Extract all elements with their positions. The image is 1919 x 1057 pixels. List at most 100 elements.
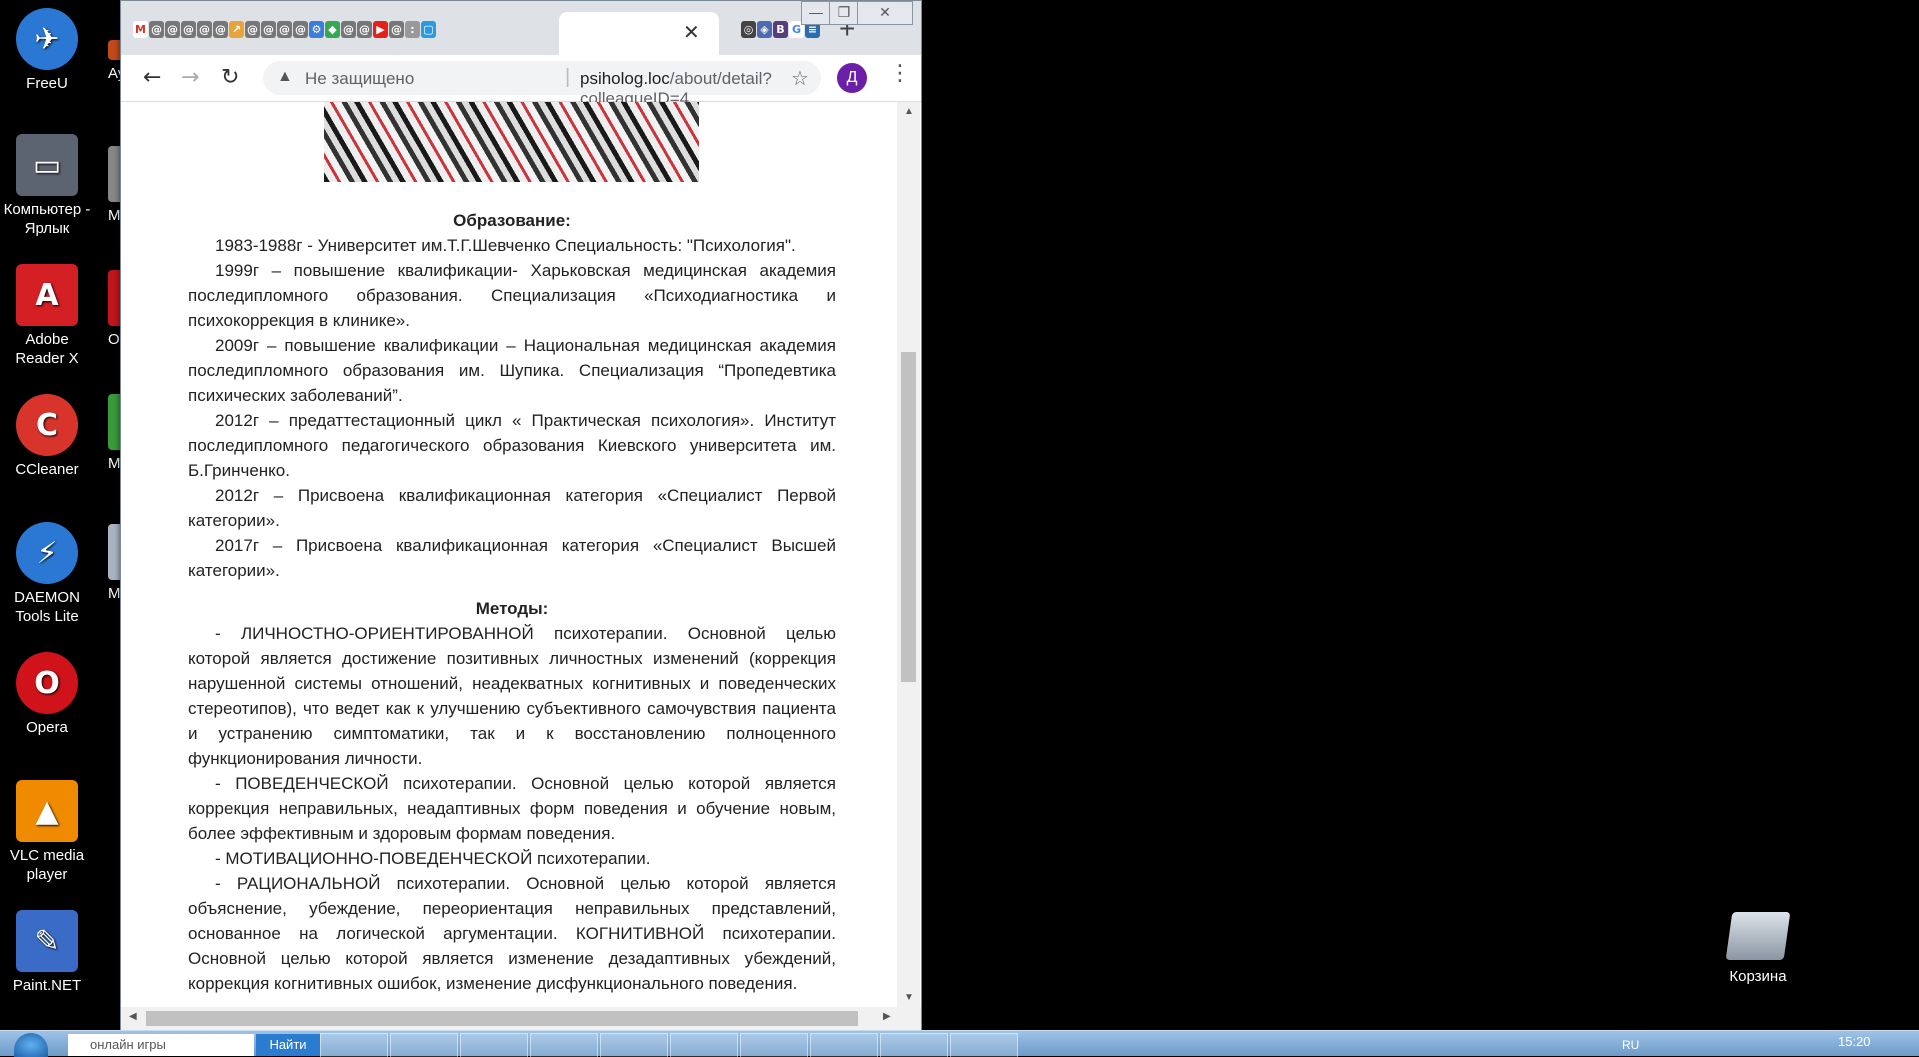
start-button[interactable] bbox=[14, 1033, 48, 1057]
gear-tab-icon[interactable]: ⚙ bbox=[309, 21, 324, 38]
desktop-icon-label: FreeU bbox=[26, 75, 68, 92]
horizontal-scroll-thumb[interactable] bbox=[146, 1011, 858, 1026]
desktop-icon-paintnet[interactable]: ✎ Paint.NET bbox=[0, 910, 102, 995]
method-item: - РАЦИОНАЛЬНОЙ психотерапии. Основной це… bbox=[188, 874, 836, 993]
tab-icon[interactable]: @ bbox=[341, 21, 356, 38]
scroll-down-arrow-icon[interactable]: ▼ bbox=[904, 992, 914, 1003]
partial-label: M bbox=[108, 585, 121, 602]
gmail-tab-icon[interactable]: M bbox=[133, 21, 148, 38]
opera-icon: O bbox=[16, 652, 78, 714]
vertical-scrollbar[interactable]: ▲ ▼ bbox=[897, 102, 920, 1007]
desktop-icon-vlc[interactable]: ▲ VLC media player bbox=[0, 780, 102, 884]
desktop-icon-opera[interactable]: O Opera bbox=[0, 652, 102, 737]
tab-icon[interactable]: @ bbox=[197, 21, 212, 38]
desktop-icon-daemon-tools[interactable]: ⚡ DAEMON Tools Lite bbox=[0, 522, 102, 626]
adobe-reader-icon: A bbox=[16, 264, 78, 326]
profile-avatar[interactable]: Д bbox=[837, 63, 867, 93]
tab-icon[interactable]: @ bbox=[149, 21, 164, 38]
youtube-tab-icon[interactable]: ▶ bbox=[373, 21, 388, 38]
taskbar-app[interactable] bbox=[950, 1033, 1018, 1057]
warning-icon[interactable]: ▲ bbox=[277, 68, 293, 86]
desktop-icon-ccleaner[interactable]: C CCleaner bbox=[0, 394, 102, 479]
shield-tab-icon[interactable]: ◈ bbox=[757, 21, 772, 38]
page-content: Образование: 1983-1988г - Университет им… bbox=[121, 102, 897, 1007]
ccleaner-icon: C bbox=[16, 394, 78, 456]
desktop-icon-label: Reader X bbox=[15, 350, 79, 367]
desktop-icon-label: Adobe bbox=[25, 331, 69, 348]
close-window-button[interactable]: ✕ bbox=[857, 1, 913, 25]
url-separator: | bbox=[565, 66, 571, 88]
methods-heading: Методы: bbox=[475, 599, 549, 618]
desktop-icon-recycle-bin[interactable]: Корзина bbox=[1700, 912, 1816, 985]
education-heading: Образование: bbox=[453, 211, 571, 230]
minimize-button[interactable]: — bbox=[801, 1, 831, 25]
education-item: 1983-1988г - Университет им.Т.Г.Шевченко… bbox=[215, 236, 796, 255]
url-host: psiholog.loc bbox=[580, 69, 670, 88]
desktop-icon-label: Opera bbox=[26, 719, 68, 736]
tab-icon[interactable]: @ bbox=[165, 21, 180, 38]
security-status[interactable]: Не защищено bbox=[305, 69, 414, 89]
taskbar-app[interactable] bbox=[390, 1033, 458, 1057]
desktop-icon-label: VLC media bbox=[9, 847, 85, 864]
forward-button[interactable]: → bbox=[181, 65, 199, 90]
taskbar-app[interactable] bbox=[670, 1033, 738, 1057]
desktop-icon-label: Компьютер - bbox=[3, 201, 91, 218]
horizontal-scrollbar[interactable]: ◀ ▶ bbox=[121, 1007, 921, 1030]
education-item: 1999г – повышение квалификации- Харьковс… bbox=[188, 261, 836, 330]
browser-menu-icon[interactable]: ⋮ bbox=[889, 61, 911, 86]
chart-tab-icon[interactable]: ↗ bbox=[229, 21, 244, 38]
tab-icon[interactable]: @ bbox=[389, 21, 404, 38]
scroll-left-arrow-icon[interactable]: ◀ bbox=[129, 1011, 137, 1022]
close-tab-icon[interactable]: ✕ bbox=[683, 20, 700, 45]
taskbar-phpstorm[interactable] bbox=[740, 1033, 808, 1057]
taskbar-word[interactable] bbox=[810, 1033, 878, 1057]
method-item: - МОТИВАЦИОННО-ПОВЕДЕНЧЕСКОЙ психотерапи… bbox=[215, 849, 651, 868]
address-bar[interactable]: ▲ Не защищено | psiholog.loc/about/detai… bbox=[263, 61, 821, 108]
education-item: 2017г – Присвоена квалификационная катег… bbox=[188, 536, 836, 580]
reload-button[interactable]: ↻ bbox=[221, 65, 239, 90]
desktop-icon-freeu[interactable]: ✈ FreeU bbox=[0, 8, 102, 93]
psychologist-photo bbox=[324, 102, 699, 182]
taskbar-chrome[interactable] bbox=[530, 1033, 598, 1057]
desktop-icon-adobe-reader[interactable]: A Adobe Reader X bbox=[0, 264, 102, 368]
scroll-up-arrow-icon[interactable]: ▲ bbox=[904, 106, 914, 117]
freeu-icon: ✈ bbox=[16, 8, 78, 70]
partial-label: M bbox=[108, 207, 121, 224]
tab-icon[interactable]: @ bbox=[357, 21, 372, 38]
taskbar-photoshop[interactable] bbox=[880, 1033, 948, 1057]
bookmark-star-icon[interactable]: ☆ bbox=[791, 66, 809, 91]
desktop-icon-label: CCleaner bbox=[15, 461, 79, 478]
tab-icon[interactable]: @ bbox=[261, 21, 276, 38]
paintnet-icon: ✎ bbox=[16, 910, 78, 972]
back-button[interactable]: ← bbox=[143, 65, 161, 90]
desktop-icon-label: DAEMON bbox=[14, 589, 80, 606]
maps-tab-icon[interactable]: ◆ bbox=[325, 21, 340, 38]
tab-icon[interactable]: @ bbox=[277, 21, 292, 38]
scroll-right-arrow-icon[interactable]: ▶ bbox=[883, 1011, 891, 1022]
taskbar-clock[interactable]: 15:20 bbox=[1838, 1034, 1871, 1049]
desktop-icon-computer[interactable]: ▭ Компьютер - Ярлык bbox=[0, 134, 102, 238]
tab-icon[interactable]: @ bbox=[213, 21, 228, 38]
tab-icon[interactable]: ▢ bbox=[421, 21, 436, 38]
method-item: - ЛИЧНОСТНО-ОРИЕНТИРОВАННОЙ психотерапии… bbox=[188, 624, 836, 768]
maximize-button[interactable]: ❐ bbox=[829, 1, 859, 25]
taskbar-app[interactable] bbox=[320, 1033, 388, 1057]
bootstrap-tab-icon[interactable]: B bbox=[773, 21, 788, 38]
taskbar: онлайн игры Найти RU 15:20 bbox=[0, 1030, 1919, 1057]
taskbar-viber[interactable] bbox=[600, 1033, 668, 1057]
vertical-scroll-thumb[interactable] bbox=[901, 352, 916, 682]
globe-tab-icon[interactable]: ◎ bbox=[741, 21, 756, 38]
taskbar-search-button[interactable]: Найти bbox=[256, 1034, 320, 1056]
education-item: 2009г – повышение квалификации – Национа… bbox=[188, 336, 836, 405]
language-indicator[interactable]: RU bbox=[1622, 1038, 1639, 1052]
tab-icon[interactable]: @ bbox=[181, 21, 196, 38]
taskbar-app[interactable] bbox=[460, 1033, 528, 1057]
tab-strip: M @ @ @ @ @ ↗ @ @ @ @ ⚙ ◆ @ @ ▶ @ : ▢ ✕ … bbox=[121, 1, 921, 55]
taskbar-search-input[interactable]: онлайн игры bbox=[68, 1034, 254, 1056]
tab-icon[interactable]: @ bbox=[293, 21, 308, 38]
tab-icon[interactable]: : bbox=[405, 21, 420, 38]
active-tab[interactable]: ✕ bbox=[559, 12, 719, 55]
tab-icon[interactable]: @ bbox=[245, 21, 260, 38]
browser-window: M @ @ @ @ @ ↗ @ @ @ @ ⚙ ◆ @ @ ▶ @ : ▢ ✕ … bbox=[120, 0, 922, 1032]
partial-label: M bbox=[108, 455, 121, 472]
